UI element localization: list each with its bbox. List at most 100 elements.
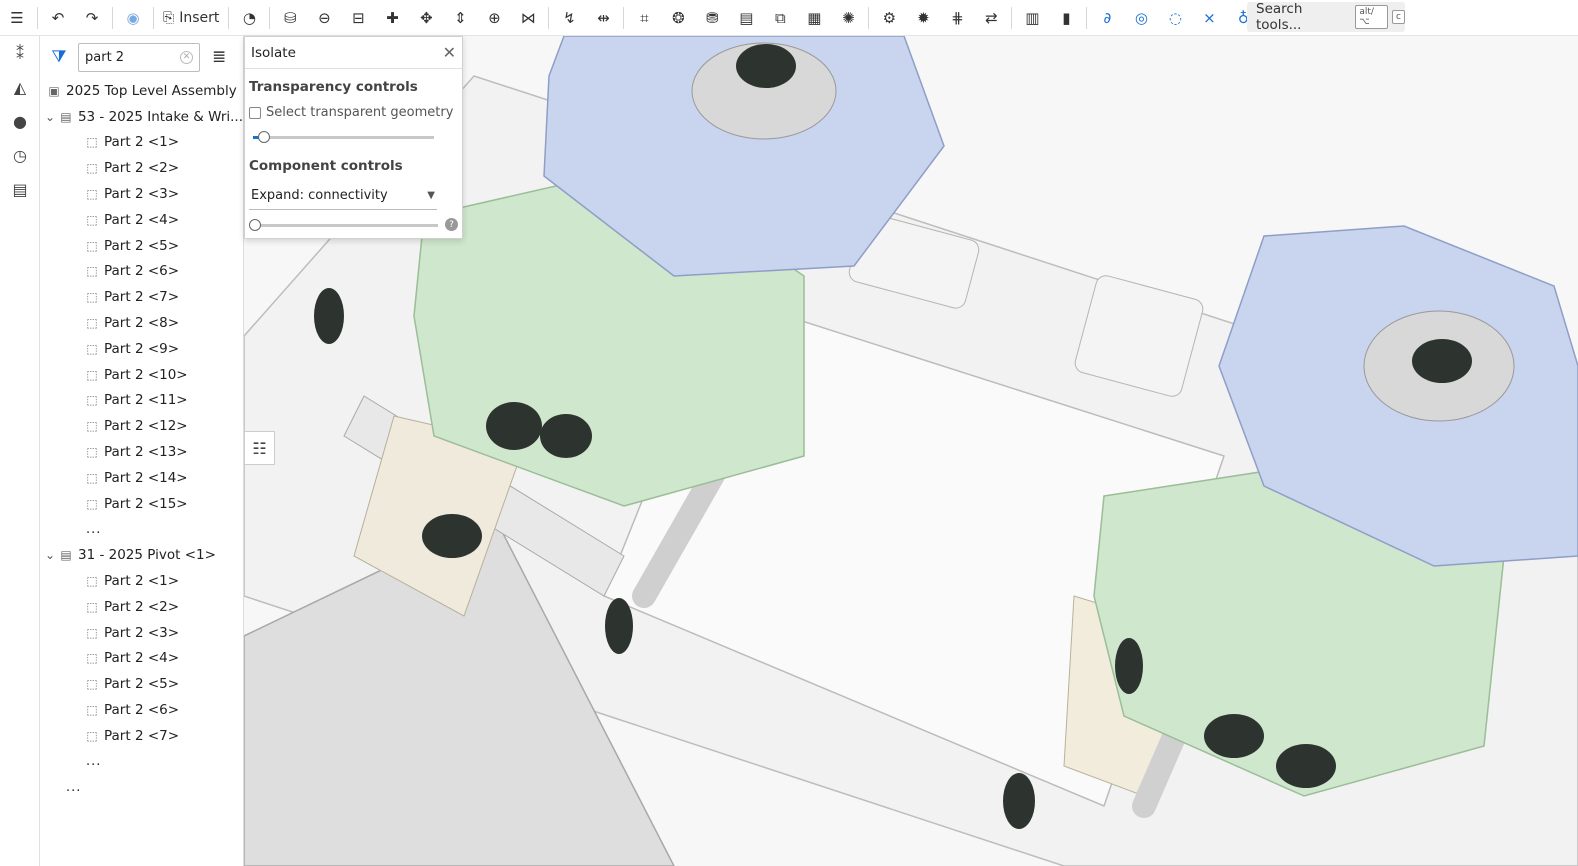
- tree-subassembly[interactable]: ⌄ ▤ 53 - 2025 Intake & Wri...: [40, 104, 243, 130]
- tree-part-item[interactable]: ⬚ Part 2 <6>: [40, 259, 243, 285]
- part-label: Part 2 <5>: [104, 676, 180, 693]
- list-view-icon[interactable]: ≣: [212, 47, 226, 67]
- part-label: Part 2 <7>: [104, 289, 180, 306]
- screw-relation-icon[interactable]: ⋕: [940, 4, 974, 32]
- expand-select[interactable]: Expand: connectivity ▼: [249, 184, 437, 210]
- toolbar-divider: [228, 6, 230, 29]
- filter-icon[interactable]: ⧩: [48, 47, 70, 67]
- tree-part-item[interactable]: ⬚ Part 2 <6>: [40, 697, 243, 723]
- gear-relation-icon[interactable]: ⚙: [872, 4, 906, 32]
- tree-part-item[interactable]: ⬚ Part 2 <4>: [40, 207, 243, 233]
- search-tools-button[interactable]: Search tools... alt/⌥ c: [1247, 1, 1405, 33]
- linear-relation-icon[interactable]: ⇄: [974, 4, 1008, 32]
- tree-root-more-items[interactable]: ...: [40, 775, 243, 801]
- fastener: [1276, 744, 1336, 788]
- history-icon[interactable]: ◔: [232, 4, 266, 32]
- tree-part-item[interactable]: ⬚ Part 2 <2>: [40, 155, 243, 181]
- part-label: Part 2 <3>: [104, 186, 180, 203]
- pin-slot-mate-icon[interactable]: ⇕: [443, 4, 477, 32]
- tree-part-item[interactable]: ⬚ Part 2 <3>: [40, 620, 243, 646]
- tree-more-items[interactable]: ...: [40, 517, 243, 543]
- tree-filter-input[interactable]: part 2 ✕: [78, 42, 200, 72]
- width-mate-icon[interactable]: ⇹: [586, 4, 620, 32]
- tree-subassembly[interactable]: ⌄ ▤ 31 - 2025 Pivot <1>: [40, 542, 243, 568]
- insert-button[interactable]: ⎘ Insert: [157, 4, 225, 32]
- feature-list-icon[interactable]: ☰: [0, 4, 34, 32]
- tree-part-item[interactable]: ⬚ Part 2 <1>: [40, 130, 243, 156]
- tree-root-assembly[interactable]: ▣ 2025 Top Level Assembly: [40, 78, 243, 104]
- feature-list-rail-icon[interactable]: ▤: [0, 172, 40, 206]
- checkbox-box[interactable]: [249, 106, 261, 119]
- fastened-mate-icon[interactable]: ⛁: [273, 4, 307, 32]
- sketch-curve-icon[interactable]: ∂: [1090, 4, 1124, 32]
- side-panel-toggle[interactable]: ☷: [244, 431, 275, 465]
- bom-icon[interactable]: ▥: [1015, 4, 1049, 32]
- chevron-down-icon[interactable]: ⌄: [42, 110, 58, 124]
- insert-icon: ⎘: [163, 9, 175, 26]
- slider-mate-icon[interactable]: ⊟: [341, 4, 375, 32]
- tree-part-item[interactable]: ⬚ Part 2 <10>: [40, 362, 243, 388]
- transparency-slider[interactable]: [249, 128, 458, 146]
- part-icon: ⬚: [86, 625, 98, 640]
- tree-part-item[interactable]: ⬚ Part 2 <3>: [40, 181, 243, 207]
- planar-mate-icon[interactable]: ✚: [375, 4, 409, 32]
- replicate-icon[interactable]: ⛃: [695, 4, 729, 32]
- chevron-down-icon[interactable]: ⌄: [42, 548, 58, 562]
- history-rail-icon[interactable]: ◷: [0, 138, 40, 172]
- tree-part-item[interactable]: ⬚ Part 2 <4>: [40, 646, 243, 672]
- tree-part-item[interactable]: ⬚ Part 2 <8>: [40, 310, 243, 336]
- onshape-logo-icon[interactable]: ◉: [116, 4, 150, 32]
- mate-connector-icon[interactable]: ⌗: [627, 4, 661, 32]
- fastener: [422, 514, 482, 558]
- clear-filter-icon[interactable]: ✕: [180, 50, 193, 64]
- part-label: Part 2 <7>: [104, 727, 180, 744]
- part-label: Part 2 <2>: [104, 160, 180, 177]
- offset-curve-icon[interactable]: ◌: [1158, 4, 1192, 32]
- rack-pinion-icon[interactable]: ✹: [906, 4, 940, 32]
- expand-slider[interactable]: ?: [249, 216, 458, 234]
- fastener: [1115, 638, 1143, 694]
- part-icon: ⬚: [86, 212, 98, 227]
- help-icon[interactable]: ?: [445, 218, 458, 231]
- pattern-icon[interactable]: ▤: [729, 4, 763, 32]
- tree-part-item[interactable]: ⬚ Part 2 <5>: [40, 233, 243, 259]
- tangent-mate-icon[interactable]: ↯: [552, 4, 586, 32]
- mirror-icon[interactable]: ⧉: [763, 4, 797, 32]
- tree-part-item[interactable]: ⬚ Part 2 <12>: [40, 413, 243, 439]
- select-transparent-checkbox[interactable]: Select transparent geometry: [245, 99, 462, 126]
- part-icon: ⬚: [86, 574, 98, 589]
- redo-icon[interactable]: ↷: [75, 4, 109, 32]
- intersection-curve-icon[interactable]: ⨯: [1192, 4, 1226, 32]
- undo-icon[interactable]: ↶: [41, 4, 75, 32]
- part-icon: ⬚: [86, 187, 98, 202]
- tree-part-item[interactable]: ⬚ Part 2 <7>: [40, 284, 243, 310]
- slider-thumb[interactable]: [249, 219, 261, 231]
- tree-part-item[interactable]: ⬚ Part 2 <5>: [40, 671, 243, 697]
- display-states-icon[interactable]: ▦: [797, 4, 831, 32]
- tree-part-item[interactable]: ⬚ Part 2 <1>: [40, 568, 243, 594]
- appearance-rail-icon[interactable]: ◭: [0, 70, 40, 104]
- tree-part-item[interactable]: ⬚ Part 2 <13>: [40, 439, 243, 465]
- slider-thumb[interactable]: [258, 131, 271, 143]
- comments-rail-icon[interactable]: ●: [0, 104, 40, 138]
- tree-part-item[interactable]: ⬚ Part 2 <2>: [40, 594, 243, 620]
- part-icon: ⬚: [86, 599, 98, 614]
- tree-part-item[interactable]: ⬚ Part 2 <14>: [40, 465, 243, 491]
- tree-part-item[interactable]: ⬚ Part 2 <11>: [40, 388, 243, 414]
- tangent-curve-icon[interactable]: ◎: [1124, 4, 1158, 32]
- search-tools-label: Search tools...: [1256, 1, 1303, 33]
- tree-part-item[interactable]: ⬚ Part 2 <15>: [40, 491, 243, 517]
- close-icon[interactable]: ✕: [443, 43, 456, 62]
- tree-part-item[interactable]: ⬚ Part 2 <9>: [40, 336, 243, 362]
- parallel-mate-icon[interactable]: ⋈: [511, 4, 545, 32]
- mate-connector-rail-icon[interactable]: ⁑: [0, 36, 40, 70]
- group-icon[interactable]: ❂: [661, 4, 695, 32]
- toolbar-divider: [1011, 6, 1013, 29]
- tree-more-items[interactable]: ...: [40, 749, 243, 775]
- ball-mate-icon[interactable]: ⊕: [477, 4, 511, 32]
- tree-part-item[interactable]: ⬚ Part 2 <7>: [40, 723, 243, 749]
- explode-icon[interactable]: ✺: [831, 4, 865, 32]
- cylindrical-mate-icon[interactable]: ✥: [409, 4, 443, 32]
- measure-icon[interactable]: ▮: [1049, 4, 1083, 32]
- revolute-mate-icon[interactable]: ⊖: [307, 4, 341, 32]
